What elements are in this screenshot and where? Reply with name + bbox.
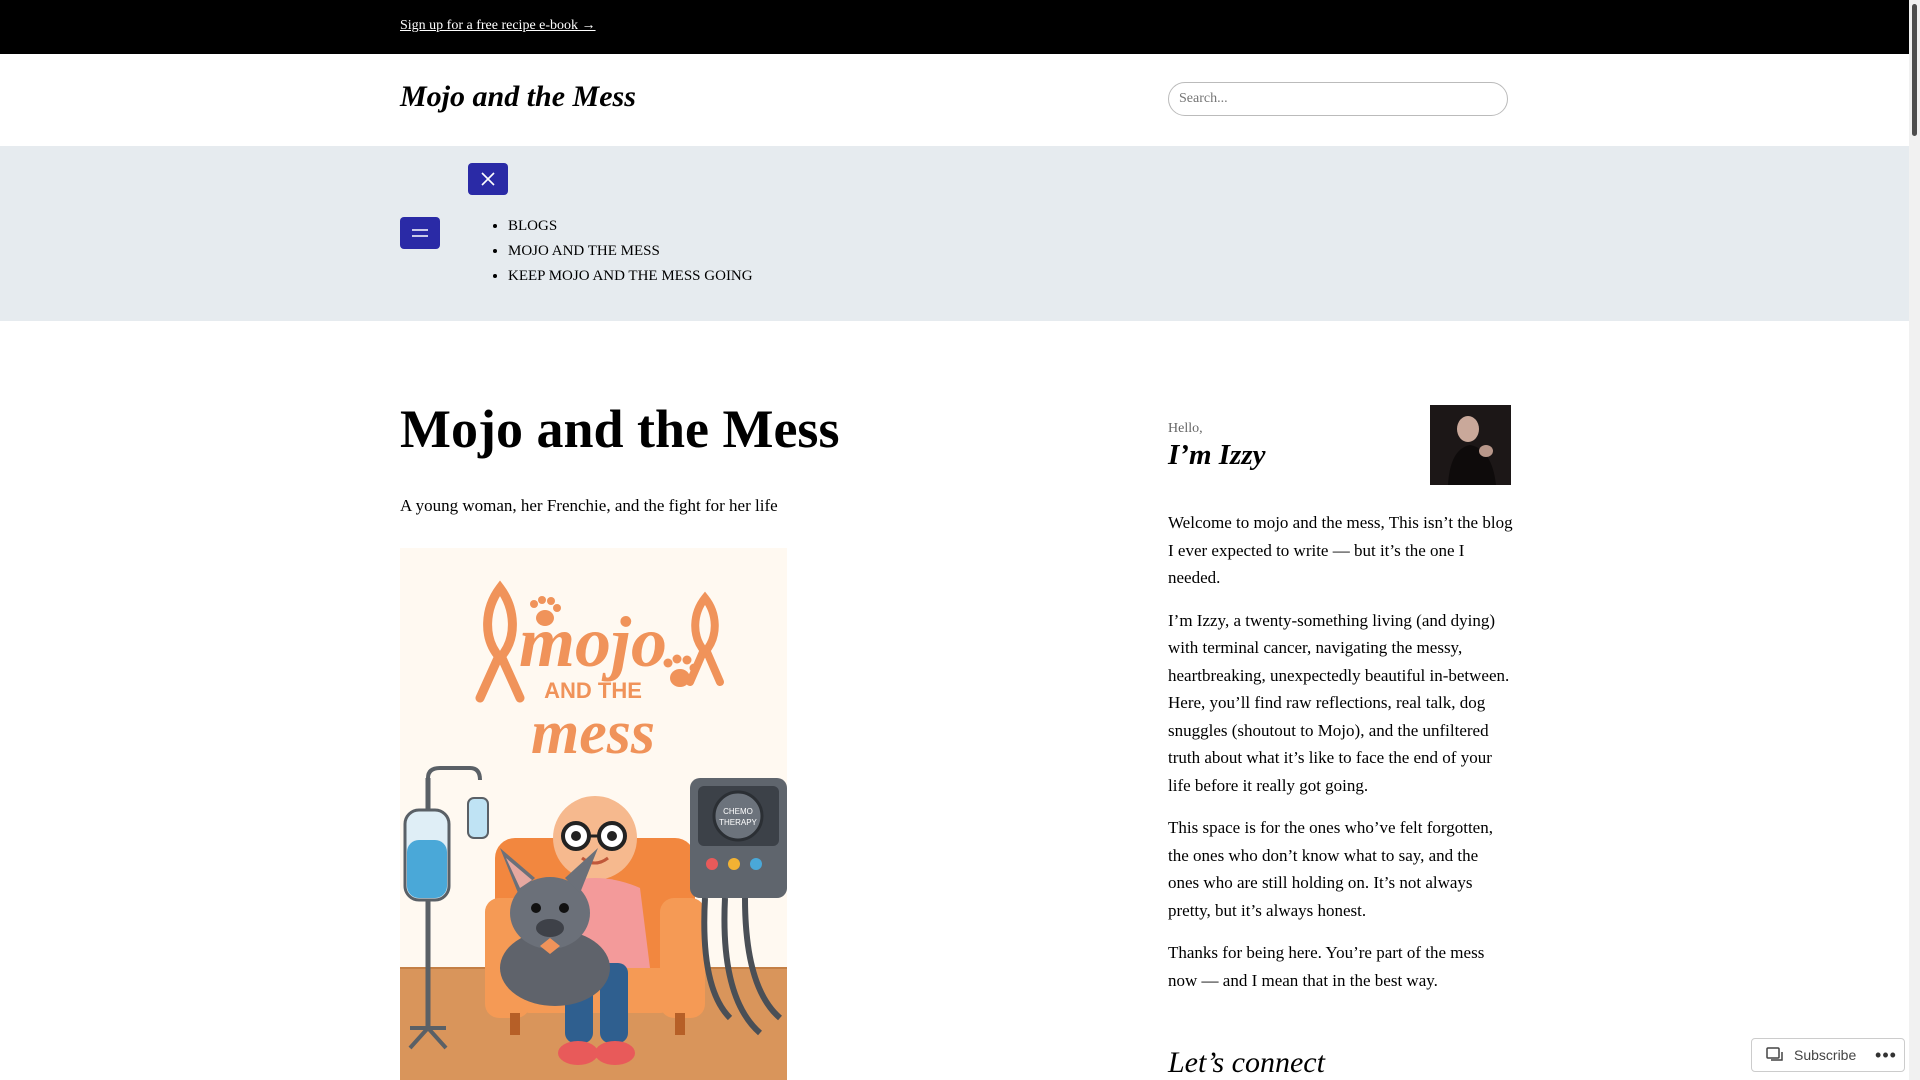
author-name: I’m Izzy	[1168, 439, 1266, 471]
scrollbar-thumb[interactable]	[1912, 4, 1917, 136]
nav-link-blogs[interactable]: BLOGS	[508, 218, 557, 234]
chemo-label-1: CHEMO	[723, 807, 753, 816]
bio-paragraph: This space is for the ones who’ve felt f…	[1168, 818, 1493, 920]
chemo-label-2: THERAPY	[719, 818, 757, 827]
bio-paragraph: Thanks for being here. You’re part of th…	[1168, 943, 1485, 990]
hero-title-mess: mess	[531, 699, 655, 767]
scrollbar[interactable]	[1909, 0, 1920, 1080]
nav-item-blogs: BLOGS	[508, 214, 753, 239]
bio-paragraph: I’m Izzy, a twenty-something living (and…	[1168, 610, 1510, 795]
search-input[interactable]	[1168, 82, 1508, 116]
mojo-illustration: mojo AND THE mess CHEMO THERAPY	[400, 548, 787, 1080]
lets-connect-heading: Let’s connect	[1168, 1046, 1325, 1079]
hero-title-mojo: mojo	[519, 602, 667, 682]
nav-menu: BLOGS MOJO AND THE MESS KEEP MOJO AND TH…	[508, 214, 753, 289]
reader-icon	[1766, 1047, 1784, 1063]
site-title[interactable]: Mojo and the Mess	[400, 80, 636, 114]
top-banner: Sign up for a free recipe e-book →	[0, 0, 1909, 54]
nav-item-keep-going: KEEP MOJO AND THE MESS GOING	[508, 264, 753, 289]
close-menu-button[interactable]	[468, 163, 508, 195]
page-title: Mojo and the Mess	[400, 399, 840, 459]
nav-link-keep-going[interactable]: KEEP MOJO AND THE MESS GOING	[508, 268, 753, 284]
bio-paragraph: Welcome to mojo and the mess, This isn’t…	[1168, 513, 1513, 587]
close-icon	[481, 172, 495, 186]
more-options-icon[interactable]: •••	[1868, 1045, 1904, 1066]
site-header: Mojo and the Mess	[0, 54, 1909, 146]
nav-link-mojo-and-the-mess[interactable]: MOJO AND THE MESS	[508, 243, 660, 259]
hamburger-icon	[412, 229, 428, 237]
avatar	[1430, 405, 1511, 485]
subscribe-button[interactable]: Subscribe	[1794, 1047, 1868, 1063]
menu-button[interactable]	[400, 217, 440, 249]
bio: Welcome to mojo and the mess, This isn’t…	[1168, 509, 1513, 1009]
subscribe-widget: Subscribe •••	[1751, 1038, 1905, 1072]
nav-item-mojo: MOJO AND THE MESS	[508, 239, 753, 264]
author-photo	[1430, 405, 1511, 485]
hero-illustration: mojo AND THE mess CHEMO THERAPY	[400, 548, 787, 1080]
recipe-ebook-link[interactable]: Sign up for a free recipe e-book →	[400, 18, 596, 34]
tagline: A young woman, her Frenchie, and the fig…	[400, 496, 778, 515]
navigation-band: BLOGS MOJO AND THE MESS KEEP MOJO AND TH…	[0, 146, 1909, 321]
greeting: Hello,	[1168, 421, 1203, 436]
